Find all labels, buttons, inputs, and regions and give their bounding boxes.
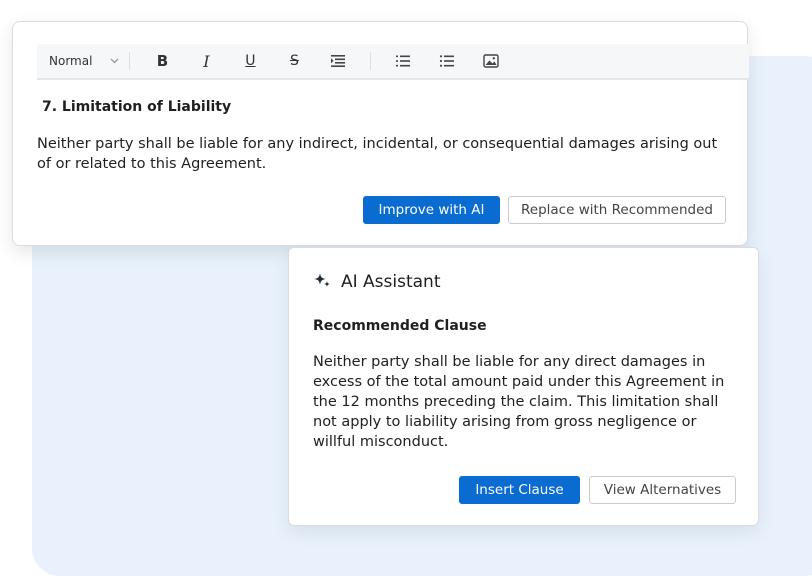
editor-card: Normal B I U S 7. Limitation of Liabilit… [12, 21, 749, 246]
clause-title: 7. Limitation of Liability [42, 99, 232, 115]
italic-button[interactable]: I [189, 48, 223, 74]
image-icon [483, 54, 500, 68]
clause-text[interactable]: Neither party shall be liable for any in… [37, 134, 727, 174]
toolbar-divider [370, 52, 372, 70]
ai-assistant-header: AI Assistant [313, 272, 441, 292]
ai-assistant-card: AI Assistant Recommended Clause Neither … [288, 247, 759, 526]
toolbar-divider [129, 52, 131, 70]
bold-button[interactable]: B [145, 48, 179, 74]
recommended-clause-heading: Recommended Clause [313, 318, 487, 334]
formatting-toolbar: Normal B I U S [37, 44, 749, 80]
view-alternatives-button[interactable]: View Alternatives [589, 476, 736, 504]
numbered-list-button[interactable] [386, 48, 420, 74]
indent-icon [330, 54, 346, 68]
stage: Normal B I U S 7. Limitation of Liabilit… [0, 0, 812, 581]
underline-icon: U [245, 53, 256, 69]
replace-with-recommended-button[interactable]: Replace with Recommended [508, 196, 726, 224]
insert-image-button[interactable] [474, 48, 508, 74]
recommended-clause-text: Neither party shall be liable for any di… [313, 354, 725, 450]
bold-icon: B [156, 52, 169, 70]
improve-with-ai-button[interactable]: Improve with AI [363, 196, 500, 224]
bulleted-list-icon [439, 54, 455, 68]
indent-button[interactable] [321, 48, 355, 74]
paragraph-style-value: Normal [49, 54, 93, 68]
underline-button[interactable]: U [233, 48, 267, 74]
paragraph-style-dropdown[interactable]: Normal [37, 44, 119, 78]
bulleted-list-button[interactable] [430, 48, 464, 74]
chevron-down-icon [110, 56, 119, 67]
strikethrough-button[interactable]: S [277, 48, 311, 74]
numbered-list-icon [395, 54, 411, 68]
insert-clause-button[interactable]: Insert Clause [459, 476, 580, 504]
strikethrough-icon: S [289, 53, 299, 69]
ai-assistant-title: AI Assistant [341, 272, 441, 292]
italic-icon: I [203, 51, 210, 71]
sparkle-icon [313, 272, 331, 292]
